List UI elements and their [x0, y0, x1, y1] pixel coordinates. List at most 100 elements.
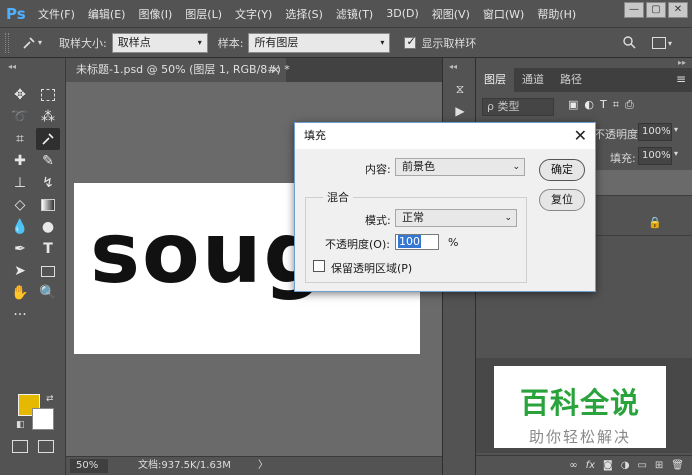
minimize-button[interactable]: —	[624, 2, 644, 18]
mask-icon[interactable]: ◙	[603, 460, 613, 471]
mode-select[interactable]: 正常 ⌄	[395, 209, 517, 227]
zoom-level[interactable]: 50%	[70, 459, 108, 473]
options-grip[interactable]	[5, 32, 9, 53]
blur-tool-icon[interactable]: 💧	[8, 216, 32, 238]
empty-slot	[36, 304, 60, 326]
contents-label: 内容:	[365, 163, 391, 176]
close-window-button[interactable]: ✕	[668, 2, 688, 18]
chevron-down-icon[interactable]: ▾	[674, 125, 678, 134]
edit-toolbar-icon[interactable]: ···	[8, 304, 32, 326]
collapse-panel-icon[interactable]: ▸▸	[678, 58, 686, 67]
rectangle-tool-icon[interactable]	[36, 260, 60, 282]
chevron-down-icon[interactable]: ▾	[674, 149, 678, 158]
sample-select[interactable]: 所有图层 ▾	[248, 32, 391, 53]
dodge-tool-icon[interactable]: ●	[36, 216, 60, 238]
menu-help[interactable]: 帮助(H)	[537, 6, 576, 22]
adjustment-filter-icon[interactable]: ◐	[584, 98, 594, 112]
chevron-down-icon: ▾	[37, 38, 42, 47]
layer-kind-filter[interactable]: ρ 类型	[482, 98, 554, 116]
layers-footer: ∞ fx ◙ ◑ ▭ ⊞ 🗑	[476, 455, 692, 475]
background-color-swatch[interactable]	[32, 408, 54, 430]
collapse-arrows-icon[interactable]: ◂◂	[449, 62, 457, 71]
crop-tool-icon[interactable]: ⌗	[8, 128, 32, 150]
lasso-tool-icon[interactable]: ➰	[8, 106, 32, 128]
brush-tool-icon[interactable]: ✎	[36, 150, 60, 172]
pixel-filter-icon[interactable]: ▣	[568, 98, 578, 112]
panel-tabs: 图层 通道 路径	[476, 68, 692, 92]
menu-type[interactable]: 文字(Y)	[235, 6, 272, 22]
chevron-down-icon: ⌄	[512, 162, 520, 172]
gradient-tool-icon[interactable]	[36, 194, 60, 216]
clone-stamp-tool-icon[interactable]: ⊥	[8, 172, 32, 194]
menu-3d[interactable]: 3D(D)	[386, 7, 419, 20]
menu-window[interactable]: 窗口(W)	[483, 6, 524, 22]
show-ring-checkbox[interactable]	[404, 35, 417, 49]
tab-layers[interactable]: 图层	[476, 68, 514, 92]
menu-select[interactable]: 选择(S)	[285, 6, 323, 22]
menu-layer[interactable]: 图层(L)	[185, 6, 222, 22]
dialog-title-bar[interactable]: 填充	[295, 123, 595, 149]
shape-filter-icon[interactable]: ⌗	[613, 98, 619, 112]
opacity-input[interactable]: 100	[395, 234, 439, 250]
tab-paths[interactable]: 路径	[552, 68, 590, 92]
move-tool-icon[interactable]: ✥	[8, 84, 32, 106]
type-filter-icon[interactable]: T	[600, 98, 607, 112]
panel-menu-icon[interactable]: ≡	[676, 72, 686, 86]
chevron-down-icon: ▾	[668, 38, 673, 48]
eraser-tool-icon[interactable]: ◇	[8, 194, 32, 216]
hand-tool-icon[interactable]: ✋	[8, 282, 32, 304]
zoom-tool-icon[interactable]: 🔍	[36, 282, 60, 304]
menu-edit[interactable]: 编辑(E)	[88, 6, 126, 22]
lock-icon: 🔒	[648, 216, 662, 229]
contents-value: 前景色	[402, 160, 435, 173]
tab-channels[interactable]: 通道	[514, 68, 552, 92]
sample-size-select[interactable]: 取样点 ▾	[111, 32, 208, 53]
group-icon[interactable]: ▭	[637, 460, 646, 471]
eyedropper-tool-icon[interactable]	[36, 128, 60, 150]
workspace-switcher[interactable]: ▾	[652, 35, 682, 51]
reset-button[interactable]: 复位	[539, 189, 585, 211]
menu-filter[interactable]: 滤镜(T)	[336, 6, 373, 22]
menu-file[interactable]: 文件(F)	[38, 6, 75, 22]
photoshop-logo: Ps	[6, 4, 26, 23]
history-brush-tool-icon[interactable]: ↯	[36, 172, 60, 194]
pen-tool-icon[interactable]: ✒	[8, 238, 32, 260]
menu-image[interactable]: 图像(I)	[138, 6, 172, 22]
fill-input[interactable]: 100%	[638, 147, 672, 165]
path-selection-tool-icon[interactable]: ➤	[8, 260, 32, 282]
link-icon[interactable]: ∞	[569, 460, 577, 471]
swap-colors-icon[interactable]: ⇄	[46, 394, 54, 404]
watermark-title: 百科全说	[519, 386, 640, 420]
new-layer-icon[interactable]: ⊞	[655, 460, 663, 471]
history-panel-icon[interactable]: ⧖	[451, 82, 469, 100]
ok-button[interactable]: 确定	[539, 159, 585, 181]
close-tab-icon[interactable]: ×	[271, 58, 280, 82]
smart-object-filter-icon[interactable]: ⎙	[625, 98, 634, 112]
default-colors-icon[interactable]: ◧	[16, 420, 25, 430]
type-tool-icon[interactable]: T	[36, 238, 60, 260]
collapse-arrows-icon[interactable]: ◂◂	[8, 62, 16, 71]
search-icon[interactable]	[622, 35, 636, 49]
marquee-tool-icon[interactable]	[36, 84, 60, 106]
preserve-transparency-checkbox[interactable]	[313, 260, 325, 272]
actions-play-icon[interactable]: ▶	[451, 104, 469, 122]
fx-icon[interactable]: fx	[586, 460, 595, 471]
contents-select[interactable]: 前景色 ⌄	[395, 158, 525, 176]
document-tab[interactable]: 未标题-1.psd @ 50% (图层 1, RGB/8#) *	[66, 58, 290, 82]
sample-label: 样本:	[217, 36, 244, 50]
menu-view[interactable]: 视图(V)	[432, 6, 470, 22]
screen-mode-icon[interactable]	[38, 440, 54, 453]
status-menu-arrow[interactable]: 〉	[258, 459, 268, 473]
restore-button[interactable]: ▢	[646, 2, 666, 18]
adjustment-icon[interactable]: ◑	[621, 460, 630, 471]
eyedropper-tool-preset[interactable]: ▾	[15, 32, 49, 54]
magic-wand-tool-icon[interactable]: ⁂	[36, 106, 60, 128]
healing-brush-tool-icon[interactable]: ✚	[8, 150, 32, 172]
workspace-icon	[652, 37, 666, 49]
dialog-close-icon[interactable]: ✕	[574, 125, 587, 147]
opacity-input[interactable]: 100%	[638, 123, 672, 141]
trash-icon[interactable]: 🗑	[671, 460, 684, 471]
menu-bar: Ps 文件(F) 编辑(E) 图像(I) 图层(L) 文字(Y) 选择(S) 滤…	[0, 0, 692, 28]
canvas-text-layer: soug	[90, 204, 326, 302]
quick-mask-icon[interactable]	[12, 440, 28, 453]
